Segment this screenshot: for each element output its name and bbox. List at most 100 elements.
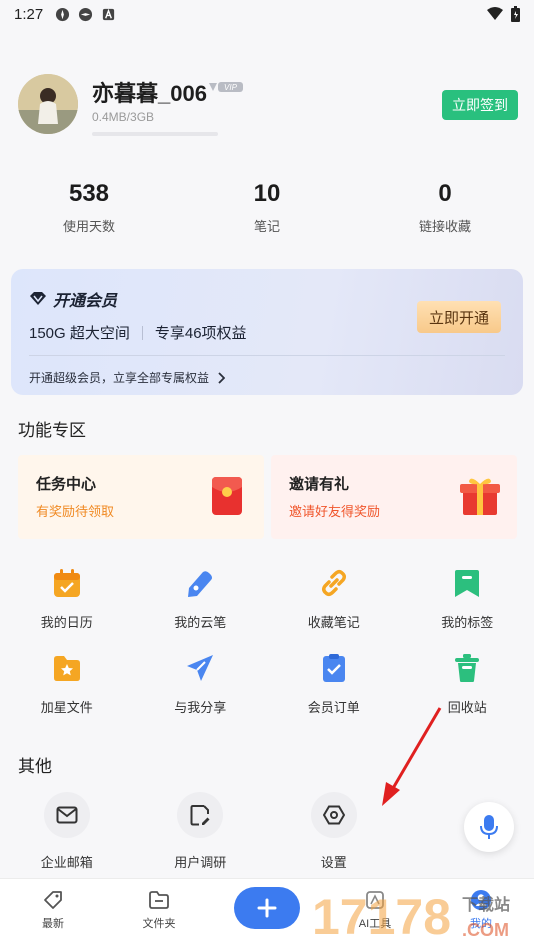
font-notification-icon [103,8,115,20]
vip-title-text: 开通会员 [53,293,118,310]
trash-icon [455,654,480,682]
vip-benefit-rights: 专享46项权益 [154,325,247,342]
calendar-icon [53,569,80,597]
battery-icon [511,6,520,22]
send-icon [187,655,214,681]
stat-value: 0 [438,180,452,207]
grid-label: 与我分享 [174,700,227,715]
storage-usage: 0.4MB/3GB [92,110,155,124]
status-bar: 1:27 [0,0,534,28]
other-item-enterprise-mail[interactable]: 企业邮箱 [0,792,134,871]
order-icon [322,654,345,682]
icon-circle [43,792,90,838]
other-label: 企业邮箱 [40,855,93,870]
status-time: 1:27 [14,5,44,23]
username: 亦暮暮_006 [92,81,207,106]
other-item-user-survey[interactable]: 用户调研 [134,792,268,871]
survey-icon [190,805,210,826]
red-envelope-icon [212,477,242,515]
promo-title: 邀请有礼 [289,476,350,493]
avatar-image [18,74,78,134]
grid-item-member-orders[interactable]: 会员订单 [267,651,401,716]
section-title-features: 功能专区 [18,421,86,440]
plus-icon [257,898,277,918]
storage-progress-bar [92,132,218,136]
other-item-settings[interactable]: 设置 [267,792,401,871]
feature-grid-row-2: 加星文件 与我分享 会员订单 回收站 [0,651,534,716]
notification-icon [56,7,70,21]
icon-circle [177,792,224,838]
vip-link[interactable]: 开通超级会员，立享全部专属权益 [29,369,226,386]
star-folder-icon [53,656,80,681]
promo-invite[interactable]: 邀请有礼 邀请好友得奖励 [271,455,517,539]
nav-folder[interactable]: 文件夹 [124,889,194,931]
grid-label: 我的云笔 [174,615,227,630]
stat-value: 10 [253,180,281,207]
other-label: 用户调研 [174,855,227,870]
watermark-logo: 17178 下载站 .COM [312,889,510,944]
stat-notes[interactable]: 10 笔记 [178,180,356,235]
grid-label: 我的标签 [441,615,494,630]
stats-row: 538 使用天数 10 笔记 0 链接收藏 [0,180,534,235]
microphone-icon [480,815,498,839]
grid-item-starred-files[interactable]: 加星文件 [0,651,134,716]
voice-input-button[interactable] [464,802,514,852]
gift-icon [460,478,500,515]
link-icon [321,569,346,597]
vip-benefits: 150G 超大空间 专享46项权益 [29,322,247,343]
stat-usage-days[interactable]: 538 使用天数 [0,180,178,235]
notification-icon-2 [79,7,93,21]
chevron-right-icon [218,371,226,384]
grid-item-recycle-bin[interactable]: 回收站 [401,651,534,716]
vip-title: 开通会员 [29,287,117,311]
promo-task-center[interactable]: 任务中心 有奖励待领取 [18,455,264,539]
grid-label: 我的日历 [40,615,93,630]
watermark-text: 17178 [312,889,451,944]
other-label: 设置 [320,855,347,870]
vip-card[interactable]: 开通会员 150G 超大空间 专享46项权益 立即开通 开通超级会员，立享全部专… [11,269,523,395]
stat-value: 538 [68,180,110,207]
mail-icon [56,806,78,824]
vip-benefit-space: 150G 超大空间 [29,325,130,342]
diamond-icon [30,292,46,305]
settings-icon [322,805,345,825]
grid-label: 会员订单 [307,700,360,715]
avatar[interactable] [18,74,78,134]
vip-link-text: 开通超级会员，立享全部专属权益 [29,371,210,385]
folder-icon [149,891,169,909]
bookmark-icon [455,570,480,597]
grid-item-tags[interactable]: 我的标签 [401,566,534,631]
grid-label: 加星文件 [40,700,93,715]
cloud-pen-icon [188,571,213,597]
promo-subtitle: 有奖励待领取 [36,504,115,519]
nav-label: 文件夹 [142,918,176,930]
grid-item-favorite-notes[interactable]: 收藏笔记 [267,566,401,631]
promo-title: 任务中心 [36,476,97,493]
stat-label: 使用天数 [62,219,115,234]
grid-item-calendar[interactable]: 我的日历 [0,566,134,631]
stat-link-favorites[interactable]: 0 链接收藏 [356,180,534,235]
watermark-sub1: 下载站 [462,895,510,914]
status-right-icons [487,6,520,22]
grid-label: 回收站 [447,700,487,715]
grid-item-cloud-pen[interactable]: 我的云笔 [134,566,268,631]
signin-button[interactable]: 立即签到 [442,90,518,120]
feature-grid-row-1: 我的日历 我的云笔 收藏笔记 我的标签 [0,566,534,631]
grid-label: 收藏笔记 [307,615,360,630]
watermark-sub2: .COM [462,920,509,940]
wifi-icon [487,7,503,20]
divider [29,355,505,356]
vip-badge-label: VIP [224,83,238,92]
icon-circle [310,792,357,838]
promo-subtitle: 邀请好友得奖励 [289,504,381,519]
section-title-other: 其他 [18,757,52,776]
stat-label: 笔记 [253,219,280,234]
nav-recent[interactable]: 最新 [18,889,88,931]
add-button[interactable] [234,887,300,929]
nav-label: 最新 [42,918,64,930]
vip-badge-icon: VIP [209,82,243,92]
tag-icon [44,891,62,909]
vip-open-button[interactable]: 立即开通 [417,301,501,333]
grid-item-shared-with-me[interactable]: 与我分享 [134,651,268,716]
profile-section: 亦暮暮_006 VIP 0.4MB/3GB 立即签到 [18,74,518,138]
